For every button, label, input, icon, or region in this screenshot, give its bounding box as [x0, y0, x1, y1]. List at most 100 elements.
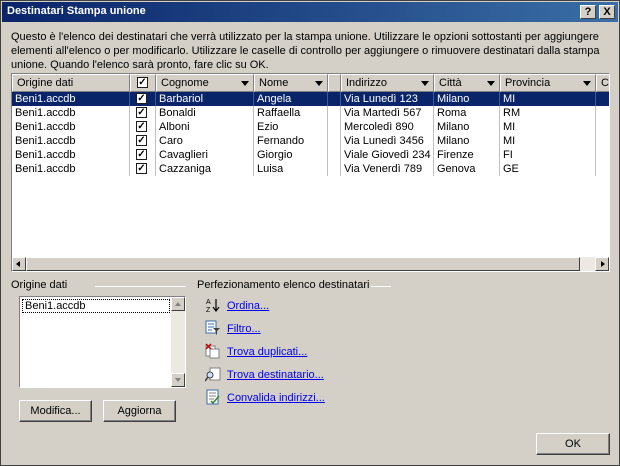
refine-list-label: Perfezionamento elenco destinatari: [197, 279, 370, 291]
column-header-cap[interactable]: Co: [596, 74, 609, 92]
table-row[interactable]: Beni1.accdb ✓ Caro Fernando Via Lunedì 3…: [12, 134, 609, 148]
cell-spacer: [328, 120, 341, 134]
cell-checkbox: ✓: [130, 148, 156, 162]
cell-indirizzo: Viale Giovedì 234: [341, 148, 434, 162]
chevron-down-icon[interactable]: [583, 81, 591, 86]
cell-provincia: MI: [500, 134, 596, 148]
scroll-up-button[interactable]: [171, 297, 185, 311]
refresh-button[interactable]: Aggiorna: [103, 400, 176, 422]
find-recipient-icon[interactable]: [205, 366, 221, 382]
cell-source: Beni1.accdb: [12, 120, 130, 134]
title-bar[interactable]: Destinatari Stampa unione ? X: [2, 2, 618, 22]
cell-provincia: RM: [500, 106, 596, 120]
cell-citta: Roma: [434, 106, 500, 120]
sort-link[interactable]: Ordina...: [227, 300, 269, 312]
edit-button[interactable]: Modifica...: [19, 400, 92, 422]
sort-icon[interactable]: A Z: [205, 297, 221, 313]
table-row[interactable]: Beni1.accdb ✓ Cazzaniga Luisa Via Venerd…: [12, 162, 609, 176]
table-row[interactable]: Beni1.accdb ✓ Alboni Ezio Mercoledì 890 …: [12, 120, 609, 134]
column-header-provincia[interactable]: Provincia: [500, 74, 596, 92]
cell-provincia: GE: [500, 162, 596, 176]
select-all-checkbox[interactable]: ✓: [137, 77, 148, 88]
column-header-indirizzo[interactable]: Indirizzo: [341, 74, 434, 92]
cell-nome: Ezio: [254, 120, 328, 134]
validate-addresses-link[interactable]: Convalida indirizzi...: [227, 392, 325, 404]
cell-checkbox: ✓: [130, 120, 156, 134]
help-button[interactable]: ?: [580, 5, 596, 19]
svg-text:Z: Z: [206, 307, 211, 313]
cell-spacer: [328, 134, 341, 148]
cell-nome: Raffaella: [254, 106, 328, 120]
filter-link[interactable]: Filtro...: [227, 323, 261, 335]
cell-nome: Giorgio: [254, 148, 328, 162]
cell-provincia: MI: [500, 120, 596, 134]
cell-spacer: [328, 92, 341, 106]
cell-cognome: Caro: [156, 134, 254, 148]
horizontal-scrollbar[interactable]: [12, 257, 609, 271]
table-row[interactable]: Beni1.accdb ✓ Barbariol Angela Via Luned…: [12, 92, 609, 106]
cell-checkbox: ✓: [130, 92, 156, 106]
row-checkbox[interactable]: ✓: [136, 135, 147, 146]
cell-spacer: [328, 106, 341, 120]
cell-source: Beni1.accdb: [12, 134, 130, 148]
cell-cognome: Cazzaniga: [156, 162, 254, 176]
row-checkbox[interactable]: ✓: [136, 163, 147, 174]
instructions-text: Questo è l'elenco dei destinatari che ve…: [11, 31, 600, 71]
divider: [371, 286, 391, 287]
cell-cognome: Bonaldi: [156, 106, 254, 120]
ok-button[interactable]: OK: [536, 433, 610, 455]
chevron-down-icon: [175, 378, 181, 382]
cell-cognome: Alboni: [156, 120, 254, 134]
cell-source: Beni1.accdb: [12, 92, 130, 106]
validate-addresses-icon[interactable]: [205, 389, 221, 405]
chevron-right-icon: [601, 261, 605, 267]
cell-indirizzo: Via Lunedì 3456: [341, 134, 434, 148]
column-header-citta[interactable]: Città: [434, 74, 500, 92]
cell-citta: Firenze: [434, 148, 500, 162]
data-source-list[interactable]: Beni1.accdb: [19, 296, 186, 388]
table-row[interactable]: Beni1.accdb ✓ Cavaglieri Giorgio Viale G…: [12, 148, 609, 162]
row-checkbox[interactable]: ✓: [136, 121, 147, 132]
recipients-grid[interactable]: Origine dati ✓ Cognome Nome Indirizzo Ci…: [11, 73, 610, 272]
column-header-origine-dati[interactable]: Origine dati: [12, 74, 130, 92]
svg-text:A: A: [206, 299, 211, 306]
cell-indirizzo: Via Martedì 567: [341, 106, 434, 120]
find-duplicates-link[interactable]: Trova duplicati...: [227, 346, 307, 358]
cell-checkbox: ✓: [130, 162, 156, 176]
scroll-down-button[interactable]: [171, 373, 185, 387]
table-row[interactable]: Beni1.accdb ✓ Bonaldi Raffaella Via Mart…: [12, 106, 609, 120]
find-recipient-link[interactable]: Trova destinatario...: [227, 369, 324, 381]
column-header-spacer: [328, 74, 341, 92]
cell-cognome: Barbariol: [156, 92, 254, 106]
list-item[interactable]: Beni1.accdb: [22, 299, 170, 313]
column-header-select-all[interactable]: ✓: [130, 74, 156, 92]
chevron-down-icon[interactable]: [421, 81, 429, 86]
column-header-cognome[interactable]: Cognome: [156, 74, 254, 92]
chevron-down-icon[interactable]: [487, 81, 495, 86]
cell-source: Beni1.accdb: [12, 162, 130, 176]
cell-checkbox: ✓: [130, 106, 156, 120]
cell-citta: Milano: [434, 134, 500, 148]
duplicates-icon[interactable]: [205, 343, 221, 359]
row-checkbox[interactable]: ✓: [136, 107, 147, 118]
scroll-right-button[interactable]: [595, 257, 609, 271]
filter-icon[interactable]: [205, 320, 221, 336]
cell-spacer: [328, 148, 341, 162]
window-title: Destinatari Stampa unione: [7, 5, 146, 17]
chevron-up-icon: [175, 302, 181, 306]
row-checkbox[interactable]: ✓: [136, 93, 147, 104]
cell-nome: Fernando: [254, 134, 328, 148]
cell-indirizzo: Via Venerdì 789: [341, 162, 434, 176]
cell-indirizzo: Mercoledì 890: [341, 120, 434, 134]
cell-citta: Milano: [434, 92, 500, 106]
row-checkbox[interactable]: ✓: [136, 149, 147, 160]
scroll-thumb[interactable]: [26, 257, 580, 271]
chevron-down-icon[interactable]: [241, 81, 249, 86]
vertical-scrollbar[interactable]: [171, 297, 185, 387]
close-button[interactable]: X: [599, 5, 615, 19]
column-header-nome[interactable]: Nome: [254, 74, 328, 92]
cell-citta: Milano: [434, 120, 500, 134]
chevron-down-icon[interactable]: [315, 81, 323, 86]
scroll-left-button[interactable]: [12, 257, 26, 271]
cell-provincia: MI: [500, 92, 596, 106]
